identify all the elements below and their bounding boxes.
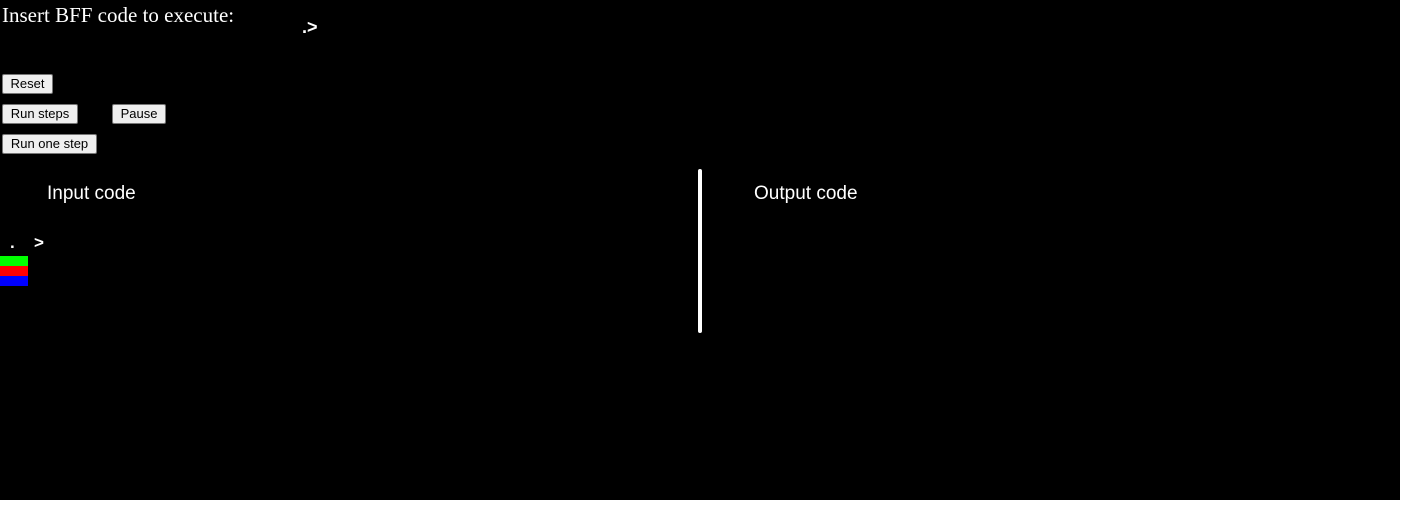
reset-button[interactable]: Reset [2, 74, 53, 94]
output-code-heading: Output code [754, 183, 858, 204]
head0-pointer-marker [0, 256, 28, 266]
input-tape: . > [10, 232, 44, 254]
code-input[interactable]: .> [302, 15, 362, 39]
run-steps-button[interactable]: Run steps [2, 104, 78, 124]
tape-cell: . [10, 233, 15, 252]
pause-button[interactable]: Pause [112, 104, 166, 124]
tape-cell: > [34, 233, 44, 252]
input-code-heading: Input code [47, 183, 136, 204]
panel-divider [698, 169, 702, 333]
head1-pointer-marker [0, 266, 28, 276]
run-one-step-button[interactable]: Run one step [2, 134, 97, 154]
instruction-pointer-marker [0, 276, 28, 286]
page-title: Insert BFF code to execute: [2, 3, 235, 27]
bff-canvas: Insert BFF code to execute: .> Reset Run… [0, 0, 1400, 500]
